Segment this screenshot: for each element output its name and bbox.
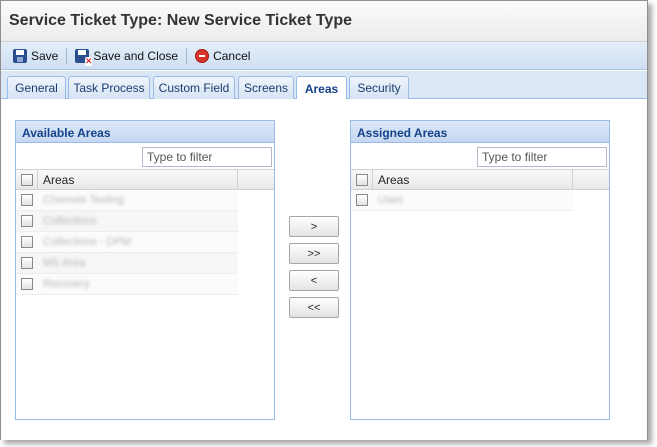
toolbar: Save Save and Close Cancel [1, 42, 647, 70]
assigned-select-all-cell [351, 170, 373, 189]
table-row[interactable]: Recovery [16, 274, 238, 295]
save-and-close-button[interactable]: Save and Close [73, 46, 180, 66]
cancel-circle-icon [195, 48, 210, 63]
available-select-all-cell [16, 170, 38, 189]
assigned-filter-input[interactable] [477, 147, 607, 167]
toolbar-separator [186, 47, 188, 64]
row-checkbox[interactable] [21, 257, 33, 269]
tab-security[interactable]: Security [349, 76, 409, 99]
tab-task-process[interactable]: Task Process [68, 76, 150, 99]
area-name: Collections - DPM [43, 236, 132, 248]
table-row[interactable]: Uses [351, 190, 573, 211]
available-areas-title: Available Areas [16, 121, 274, 143]
assigned-grid-header: Areas [351, 169, 609, 190]
row-checkbox[interactable] [21, 215, 33, 227]
assigned-areas-list: Uses [351, 190, 609, 211]
window-title: Service Ticket Type: New Service Ticket … [9, 12, 352, 29]
table-row[interactable]: MS Area [16, 253, 238, 274]
areas-tab-content: Available Areas Areas Chamois Testing Co… [1, 99, 647, 440]
area-name: Uses [378, 194, 404, 206]
tab-areas[interactable]: Areas [296, 76, 347, 100]
area-name: Collections [43, 215, 97, 227]
table-row[interactable]: Chamois Testing [16, 190, 238, 211]
remove-all-button[interactable]: << [289, 297, 339, 318]
add-all-button[interactable]: >> [289, 243, 339, 264]
service-ticket-type-window: Service Ticket Type: New Service Ticket … [0, 0, 648, 440]
cancel-label: Cancel [213, 48, 251, 63]
tab-custom-field[interactable]: Custom Field [153, 76, 235, 99]
tab-screens[interactable]: Screens [238, 76, 294, 99]
row-checkbox[interactable] [21, 236, 33, 248]
floppy-disk-close-icon [75, 48, 93, 66]
add-selected-button[interactable]: > [289, 216, 339, 237]
available-areas-column-header[interactable]: Areas [38, 170, 238, 189]
assigned-areas-title: Assigned Areas [351, 121, 609, 143]
floppy-disk-icon [13, 48, 27, 63]
available-select-all-checkbox[interactable] [21, 174, 33, 186]
tab-general[interactable]: General [7, 76, 66, 99]
area-name: MS Area [43, 257, 86, 269]
save-label: Save [31, 48, 59, 63]
row-checkbox[interactable] [21, 194, 33, 206]
available-areas-panel: Available Areas Areas Chamois Testing Co… [15, 120, 275, 420]
row-checkbox[interactable] [356, 194, 368, 206]
table-row[interactable]: Collections - DPM [16, 232, 238, 253]
title-bar: Service Ticket Type: New Service Ticket … [1, 1, 647, 42]
assigned-areas-column-header[interactable]: Areas [373, 170, 573, 189]
assigned-filter-row [351, 143, 609, 169]
available-grid-header: Areas [16, 169, 274, 190]
area-name: Chamois Testing [43, 194, 125, 206]
remove-selected-button[interactable]: < [289, 270, 339, 291]
toolbar-separator [66, 47, 68, 64]
assigned-select-all-checkbox[interactable] [356, 174, 368, 186]
cancel-button[interactable]: Cancel [193, 46, 252, 66]
table-row[interactable]: Collections [16, 211, 238, 232]
assigned-areas-panel: Assigned Areas Areas Uses [350, 120, 610, 420]
row-checkbox[interactable] [21, 278, 33, 290]
available-filter-input[interactable] [142, 147, 272, 167]
tab-bar: General Task Process Custom Field Screen… [1, 71, 647, 100]
area-name: Recovery [43, 278, 90, 290]
available-areas-list: Chamois Testing Collections Collections … [16, 190, 274, 295]
available-filter-row [16, 143, 274, 169]
save-button[interactable]: Save [11, 46, 60, 66]
save-and-close-label: Save and Close [93, 48, 179, 63]
